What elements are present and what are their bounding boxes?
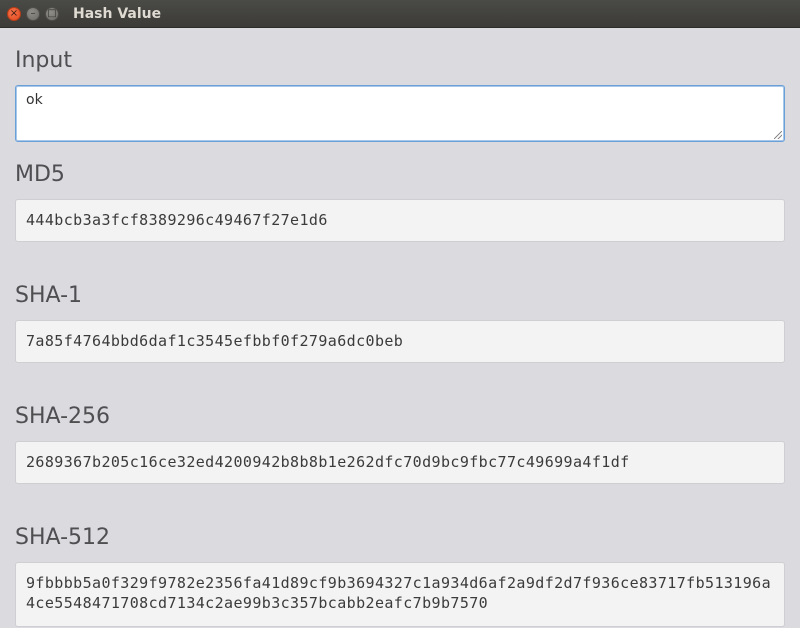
md5-output-field[interactable]: 444bcb3a3fcf8389296c49467f27e1d6 xyxy=(15,199,785,242)
minimize-window-button[interactable]: – xyxy=(26,6,40,21)
sha256-label: SHA-256 xyxy=(15,404,111,429)
sha1-output-field[interactable]: 7a85f4764bbd6daf1c3545efbbf0f279a6dc0beb xyxy=(15,320,785,363)
title-bar: × – □ Hash Value xyxy=(0,0,800,28)
input-label: Input xyxy=(15,48,72,73)
app-window: × – □ Hash Value Input ok MD5 444bcb3a3f… xyxy=(0,0,800,628)
close-icon: × xyxy=(9,7,19,19)
minimize-icon: – xyxy=(30,7,36,19)
sha512-label: SHA-512 xyxy=(15,525,111,550)
window-title: Hash Value xyxy=(73,5,162,22)
maximize-window-button[interactable]: □ xyxy=(45,6,59,21)
main-content: Input ok MD5 444bcb3a3fcf8389296c49467f2… xyxy=(0,48,800,627)
sha256-output-field[interactable]: 2689367b205c16ce32ed4200942b8b8b1e262dfc… xyxy=(15,441,785,484)
resize-grip-icon[interactable] xyxy=(774,131,782,139)
input-text: ok xyxy=(26,92,43,108)
maximize-icon: □ xyxy=(47,7,57,19)
close-window-button[interactable]: × xyxy=(7,6,21,21)
md5-label: MD5 xyxy=(15,162,65,187)
sha1-label: SHA-1 xyxy=(15,283,83,308)
input-textarea[interactable]: ok xyxy=(15,85,785,142)
sha512-output-field[interactable]: 9fbbbb5a0f329f9782e2356fa41d89cf9b369432… xyxy=(15,562,785,627)
